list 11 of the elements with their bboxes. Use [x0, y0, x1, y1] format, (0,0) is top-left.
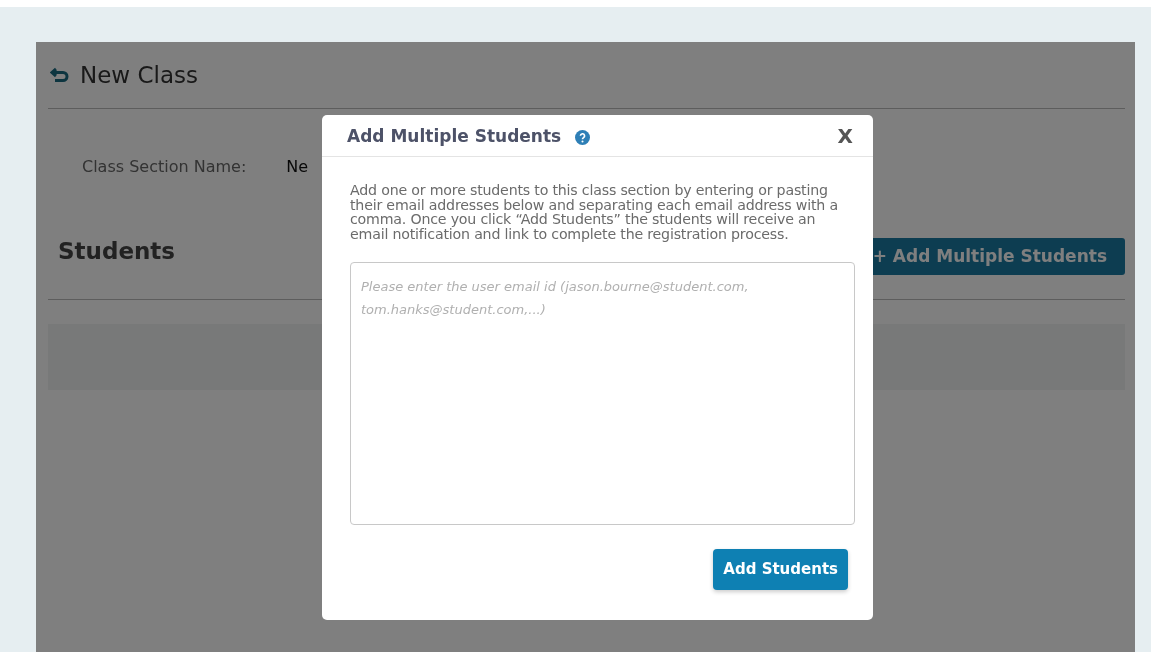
field-value: Ne	[286, 157, 309, 176]
field-label: Class Section Name:	[82, 157, 247, 176]
add-students-button[interactable]: Add Students	[713, 549, 848, 590]
page-title: New Class	[80, 62, 198, 88]
dialog-title: Add Multiple Students	[347, 125, 562, 146]
help-icon[interactable]	[575, 129, 591, 145]
back-arrow-icon[interactable]	[50, 67, 70, 83]
close-button[interactable]: X	[837, 123, 853, 148]
section-heading: Students	[58, 237, 176, 264]
dialog-description: Add one or more students to this class section by entering or pasting their email addresses below and separating each email address with a comma. Once you click “Add Students” the students will receive an email notification and link to complete the registration process.	[350, 183, 839, 241]
email-input-field[interactable]: Please enter the user email id (jason.bourne@student.com, tom.hanks@student.com,...)	[350, 262, 855, 525]
